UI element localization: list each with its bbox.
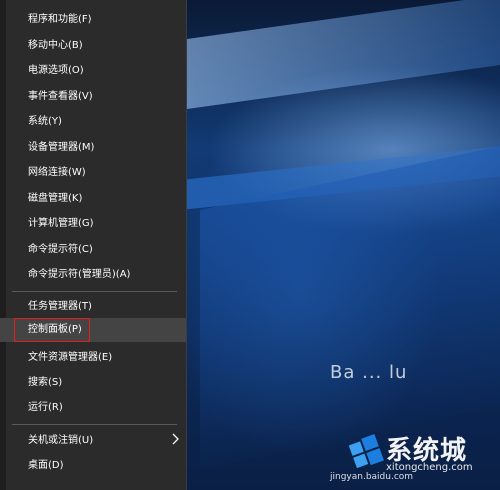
annotation-highlight-box: [14, 318, 90, 342]
menu-item-run[interactable]: 运行(R): [0, 396, 186, 420]
winx-context-menu: 程序和功能(F) 移动中心(B) 电源选项(O) 事件查看器(V) 系统(Y) …: [0, 0, 187, 490]
menu-item-device-manager[interactable]: 设备管理器(M): [0, 136, 186, 160]
menu-item-file-explorer[interactable]: 文件资源管理器(E): [0, 346, 186, 370]
menu-item-power-options[interactable]: 电源选项(O): [0, 59, 186, 83]
menu-item-programs-and-features[interactable]: 程序和功能(F): [0, 8, 186, 32]
menu-item-command-prompt[interactable]: 命令提示符(C): [0, 238, 186, 262]
menu-item-task-manager[interactable]: 任务管理器(T): [0, 295, 186, 319]
menu-item-disk-management[interactable]: 磁盘管理(K): [0, 187, 186, 211]
wallpaper-light-beam: [180, 0, 500, 110]
menu-item-search[interactable]: 搜索(S): [0, 371, 186, 395]
menu-divider: [12, 291, 177, 292]
menu-divider: [12, 424, 177, 425]
menu-item-command-prompt-admin[interactable]: 命令提示符(管理员)(A): [0, 263, 186, 287]
watermark-source: jingyan.baidu.com: [330, 472, 414, 482]
menu-item-shutdown-or-sign-out[interactable]: 关机或注销(U): [0, 429, 186, 453]
menu-item-event-viewer[interactable]: 事件查看器(V): [0, 85, 186, 109]
menu-item-network-connections[interactable]: 网络连接(W): [0, 161, 186, 185]
desktop-partial-text: Ba ... lu: [330, 362, 408, 383]
menu-item-mobility-center[interactable]: 移动中心(B): [0, 34, 186, 58]
menu-item-computer-management[interactable]: 计算机管理(G): [0, 212, 186, 236]
chevron-right-icon: [172, 433, 179, 445]
menu-item-desktop[interactable]: 桌面(D): [0, 454, 186, 478]
windows-logo-icon: [348, 434, 384, 469]
menu-item-system[interactable]: 系统(Y): [0, 110, 186, 134]
